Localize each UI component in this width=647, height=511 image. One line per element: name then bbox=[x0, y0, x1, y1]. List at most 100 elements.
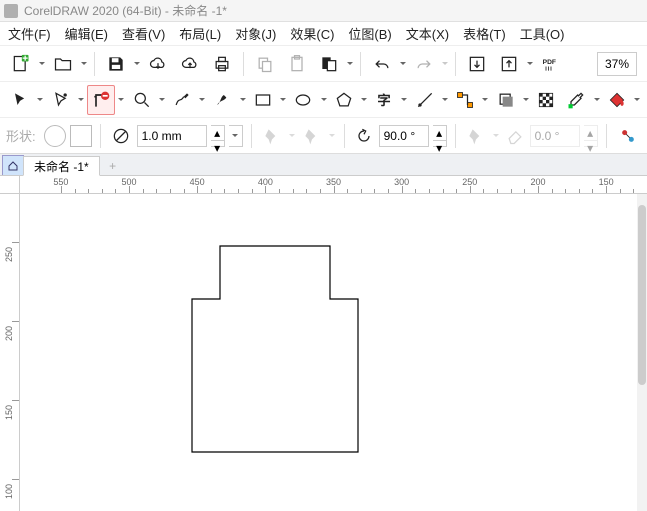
menu-layout[interactable]: 布局(L) bbox=[179, 24, 221, 43]
open-dropdown[interactable] bbox=[80, 60, 88, 68]
open-button[interactable] bbox=[48, 49, 78, 79]
shape-circle-button[interactable] bbox=[44, 125, 66, 147]
save-button[interactable] bbox=[101, 49, 131, 79]
fill-dropdown[interactable] bbox=[633, 96, 641, 104]
rectangle-tool[interactable] bbox=[249, 85, 277, 115]
eyedropper-tool[interactable] bbox=[562, 85, 590, 115]
scrollbar-thumb[interactable] bbox=[638, 205, 646, 385]
shape-tool[interactable] bbox=[46, 85, 74, 115]
connector-dropdown[interactable] bbox=[481, 96, 489, 104]
angle1-input[interactable] bbox=[379, 125, 429, 147]
eraser-icon bbox=[504, 121, 526, 151]
zoom-tool[interactable] bbox=[127, 85, 155, 115]
title-bar: CorelDRAW 2020 (64-Bit) - 未命名 -1* bbox=[0, 0, 647, 22]
connector-tool[interactable] bbox=[451, 85, 479, 115]
eyedropper-dropdown[interactable] bbox=[593, 96, 601, 104]
angle2-spinner: ▴▾ bbox=[584, 125, 598, 147]
clipboard-dropdown[interactable] bbox=[346, 60, 354, 68]
brush-tool-1 bbox=[260, 121, 284, 151]
polygon-tool[interactable] bbox=[330, 85, 358, 115]
canvas-wrap: 550500450400350300250200150 bbox=[20, 176, 647, 511]
drawing-canvas[interactable] bbox=[20, 194, 647, 511]
undo-button[interactable] bbox=[367, 49, 397, 79]
pick-dropdown[interactable] bbox=[36, 96, 44, 104]
pick-tool[interactable] bbox=[6, 85, 34, 115]
shape-label: 形状: bbox=[6, 126, 36, 145]
parallel-dim-tool[interactable] bbox=[410, 85, 438, 115]
redo-dropdown bbox=[441, 60, 449, 68]
document-tab-bar: 未命名 -1* + bbox=[0, 154, 647, 176]
drawn-shape[interactable] bbox=[190, 244, 360, 454]
freehand-dropdown[interactable] bbox=[198, 96, 206, 104]
svg-text:字: 字 bbox=[378, 92, 391, 108]
print-button[interactable] bbox=[207, 49, 237, 79]
horizontal-ruler[interactable]: 550500450400350300250200150 bbox=[20, 176, 647, 194]
menu-object[interactable]: 对象(J) bbox=[235, 24, 276, 43]
brush3-dropdown bbox=[492, 132, 500, 140]
ellipse-dropdown[interactable] bbox=[320, 96, 328, 104]
separator bbox=[344, 124, 345, 148]
clipboard-button[interactable] bbox=[314, 49, 344, 79]
menu-table[interactable]: 表格(T) bbox=[463, 24, 506, 43]
outline-width-input[interactable] bbox=[137, 125, 207, 147]
reduce-nodes-button[interactable] bbox=[615, 121, 641, 151]
menu-effects[interactable]: 效果(C) bbox=[290, 24, 334, 43]
new-dropdown[interactable] bbox=[38, 60, 46, 68]
new-button[interactable] bbox=[6, 49, 36, 79]
menu-tools[interactable]: 工具(O) bbox=[520, 24, 565, 43]
shape-square-button[interactable] bbox=[70, 125, 92, 147]
text-dropdown[interactable] bbox=[400, 96, 408, 104]
shape-dropdown[interactable] bbox=[77, 96, 85, 104]
outline-width-spinner[interactable]: ▴▾ bbox=[211, 125, 225, 147]
vertical-ruler[interactable]: 250200150100 bbox=[0, 176, 20, 511]
vertical-scrollbar[interactable] bbox=[637, 194, 647, 511]
cloud-save-button[interactable] bbox=[143, 49, 173, 79]
brush-tool-3 bbox=[464, 121, 488, 151]
zoom-level-input[interactable]: 37% bbox=[597, 52, 637, 76]
crop-dropdown[interactable] bbox=[117, 96, 125, 104]
menu-edit[interactable]: 编辑(E) bbox=[65, 24, 108, 43]
window-title: CorelDRAW 2020 (64-Bit) - 未命名 -1* bbox=[24, 2, 227, 19]
menu-bitmap[interactable]: 位图(B) bbox=[348, 24, 391, 43]
export-button[interactable] bbox=[494, 49, 524, 79]
copy-button bbox=[250, 49, 280, 79]
outline-width-dropdown[interactable] bbox=[229, 125, 243, 147]
menu-file[interactable]: 文件(F) bbox=[8, 24, 51, 43]
separator bbox=[243, 52, 244, 76]
document-tab[interactable]: 未命名 -1* bbox=[23, 156, 100, 176]
crop-tool[interactable] bbox=[87, 85, 116, 115]
fill-tool[interactable] bbox=[603, 85, 631, 115]
outline-none-button[interactable] bbox=[109, 124, 133, 148]
drop-shadow-tool[interactable] bbox=[491, 85, 519, 115]
artistic-dropdown[interactable] bbox=[239, 96, 247, 104]
brush-tool-2 bbox=[300, 121, 324, 151]
freehand-tool[interactable] bbox=[168, 85, 196, 115]
separator bbox=[100, 124, 101, 148]
angle1-spinner[interactable]: ▴▾ bbox=[433, 125, 447, 147]
document-tab-label: 未命名 -1* bbox=[34, 158, 89, 175]
menu-text[interactable]: 文本(X) bbox=[406, 24, 449, 43]
transparency-tool[interactable] bbox=[532, 85, 560, 115]
text-tool[interactable]: 字 bbox=[370, 85, 398, 115]
import-button[interactable] bbox=[462, 49, 492, 79]
artistic-media-tool[interactable] bbox=[208, 85, 236, 115]
ellipse-tool[interactable] bbox=[289, 85, 317, 115]
pdf-button[interactable]: PDF bbox=[536, 49, 566, 79]
separator bbox=[455, 124, 456, 148]
separator bbox=[360, 52, 361, 76]
polygon-dropdown[interactable] bbox=[360, 96, 368, 104]
undo-dropdown[interactable] bbox=[399, 60, 407, 68]
shadow-dropdown[interactable] bbox=[522, 96, 530, 104]
welcome-tab[interactable] bbox=[2, 155, 24, 175]
property-bar: 形状: ▴▾ ▴▾ ▴▾ bbox=[0, 118, 647, 154]
add-tab-button[interactable]: + bbox=[104, 157, 122, 175]
rectangle-dropdown[interactable] bbox=[279, 96, 287, 104]
save-dropdown[interactable] bbox=[133, 60, 141, 68]
app-logo-icon bbox=[4, 4, 18, 18]
export-dropdown[interactable] bbox=[526, 60, 534, 68]
dim-dropdown[interactable] bbox=[441, 96, 449, 104]
cloud-upload-button[interactable] bbox=[175, 49, 205, 79]
zoom-dropdown[interactable] bbox=[158, 96, 166, 104]
separator bbox=[606, 124, 607, 148]
menu-view[interactable]: 查看(V) bbox=[122, 24, 165, 43]
